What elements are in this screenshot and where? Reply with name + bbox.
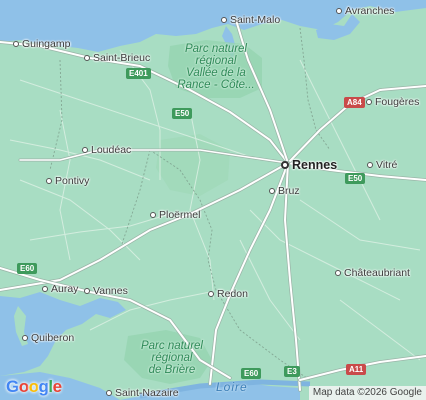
city-label: Quiberon <box>31 332 75 344</box>
google-logo[interactable]: Google <box>6 377 62 397</box>
logo-letter: o <box>28 377 39 396</box>
city-label: Vannes <box>93 285 128 297</box>
city-quiberon[interactable]: Quiberon <box>22 332 74 344</box>
city-marker <box>269 188 275 194</box>
logo-letter: G <box>6 377 19 396</box>
road-shield-e401[interactable]: E401 <box>126 68 151 79</box>
park-label-line: Rance - Côte... <box>177 79 255 91</box>
city-marker <box>106 390 112 396</box>
park-label-line: de Brière <box>148 364 196 376</box>
city-vannes[interactable]: Vannes <box>84 285 128 297</box>
park-label-line: Parc naturel <box>140 340 203 352</box>
city-saint-brieuc[interactable]: Saint-Brieuc <box>84 52 150 64</box>
city-label: Rennes <box>292 158 338 172</box>
city-marker <box>335 270 341 276</box>
road-shield-e50[interactable]: E50 <box>345 173 366 184</box>
road-shield-e60[interactable]: E60 <box>241 368 262 379</box>
road-shield-e50[interactable]: E50 <box>172 108 193 119</box>
city-saint-malo[interactable]: Saint-Malo <box>221 14 280 26</box>
city-label: Ploërmel <box>159 209 201 221</box>
city-label: Fougères <box>375 96 420 108</box>
city-chateaubriant[interactable]: Châteaubriant <box>335 267 410 279</box>
city-label: Châteaubriant <box>344 267 410 279</box>
map-attribution[interactable]: Map data ©2026 Google <box>308 386 426 400</box>
city-marker <box>221 17 227 23</box>
city-label: Avranches <box>345 5 395 17</box>
city-marker <box>84 55 90 61</box>
city-guingamp[interactable]: Guingamp <box>13 38 70 50</box>
city-label: Saint-Brieuc <box>93 52 151 64</box>
logo-letter: g <box>38 377 49 396</box>
park-label-briere[interactable]: Parc naturel régional de Brière <box>136 340 208 376</box>
city-marker <box>42 286 48 292</box>
city-loudeac[interactable]: Loudéac <box>82 144 131 156</box>
city-vitre[interactable]: Vitré <box>367 159 397 171</box>
park-label-line: régional <box>195 55 237 67</box>
city-label: Guingamp <box>22 38 71 50</box>
park-label-line: Vallée de la <box>186 67 246 79</box>
city-label: Saint-Malo <box>230 14 281 26</box>
city-marker <box>46 178 52 184</box>
city-label: Bruz <box>278 185 300 197</box>
city-marker <box>150 212 156 218</box>
city-pontivy[interactable]: Pontivy <box>46 175 89 187</box>
city-label: Loudéac <box>91 144 132 156</box>
city-redon[interactable]: Redon <box>208 288 248 300</box>
city-bruz[interactable]: Bruz <box>269 185 300 197</box>
city-label: Pontivy <box>55 175 90 187</box>
road-shield-a84[interactable]: A84 <box>344 97 365 108</box>
city-auray[interactable]: Auray <box>42 283 78 295</box>
city-marker <box>336 8 342 14</box>
road-shield-a11[interactable]: A11 <box>346 364 367 375</box>
city-label: Auray <box>51 283 79 295</box>
city-marker <box>367 162 373 168</box>
city-saint-nazaire[interactable]: Saint-Nazaire <box>106 387 179 399</box>
logo-letter: e <box>52 377 62 396</box>
city-marker <box>22 335 28 341</box>
city-marker <box>84 288 90 294</box>
park-label-rance[interactable]: Parc naturel régional Vallée de la Rance… <box>172 43 260 91</box>
city-label: Vitré <box>376 159 398 171</box>
city-ploermel[interactable]: Ploërmel <box>150 209 200 221</box>
river-label-loire: Loire <box>216 380 248 394</box>
road-shield-e60[interactable]: E60 <box>17 263 38 274</box>
city-fougeres[interactable]: Fougères <box>366 96 419 108</box>
logo-letter: o <box>18 377 29 396</box>
road-shield-e3[interactable]: E3 <box>284 366 300 377</box>
city-marker <box>82 147 88 153</box>
park-label-line: régional <box>151 352 193 364</box>
city-marker <box>366 99 372 105</box>
city-marker <box>13 41 19 47</box>
park-label-line: Parc naturel <box>184 43 247 55</box>
city-avranches[interactable]: Avranches <box>336 5 394 17</box>
city-rennes[interactable]: Rennes <box>281 158 337 172</box>
city-label: Saint-Nazaire <box>115 387 179 399</box>
city-marker <box>281 161 289 169</box>
city-marker <box>208 291 214 297</box>
city-label: Redon <box>217 288 248 300</box>
map-view[interactable]: Parc naturel régional Vallée de la Rance… <box>0 0 426 400</box>
